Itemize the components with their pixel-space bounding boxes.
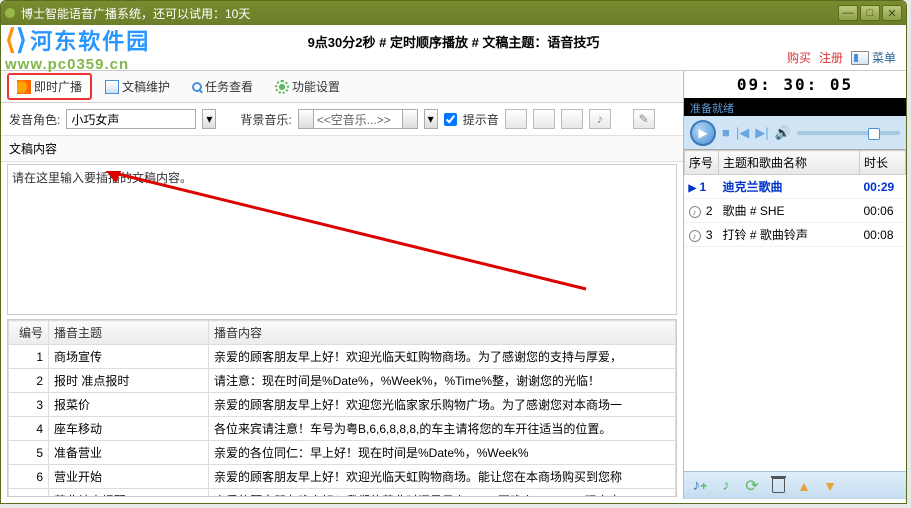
- title-bar: 博士智能语音广播系统，还可以试用：10天 — □ ✕: [1, 1, 906, 25]
- playlist-row[interactable]: ▶ 1迪克兰歌曲00:29: [685, 175, 906, 199]
- speaker-icon: [17, 80, 31, 94]
- table-row[interactable]: 1商场宣传亲爱的顾客朋友早上好！欢迎光临天虹购物商场。为了感谢您的支持与厚爱，: [9, 345, 676, 369]
- voice-dropdown-button[interactable]: ▾: [202, 109, 216, 129]
- move-up-button[interactable]: ▲: [794, 476, 814, 496]
- menu-button[interactable]: 菜单: [851, 49, 896, 66]
- player-controls: ▶ ■ |◀ ▶| 🔊: [684, 116, 906, 150]
- player-status: 准备就绪: [684, 98, 906, 116]
- app-icon: [5, 8, 15, 18]
- col-content[interactable]: 播音内容: [209, 321, 676, 345]
- delete-button[interactable]: [768, 476, 788, 496]
- main-tabs: 即时广播 文稿维护 任务查看 功能设置: [1, 71, 683, 103]
- table-row[interactable]: 6营业开始亲爱的顾客朋友早上好！欢迎光临天虹购物商场。能让您在本商场购买到您称: [9, 465, 676, 489]
- table-row[interactable]: 4座车移动各位来宾请注意！车号为粤B,6,6,8,8,8,的车主请将您的车开往适…: [9, 417, 676, 441]
- move-down-button[interactable]: ▼: [820, 476, 840, 496]
- voice-select[interactable]: [66, 109, 196, 129]
- bgm-dropdown-button[interactable]: ▾: [424, 109, 438, 129]
- close-button[interactable]: ✕: [882, 5, 902, 21]
- tool-btn-2[interactable]: [533, 109, 555, 129]
- prev-button[interactable]: |◀: [736, 125, 749, 141]
- add-track-alt-button[interactable]: ♪: [716, 476, 736, 496]
- hint-sound-label: 提示音: [463, 111, 499, 128]
- pl-col-dur[interactable]: 时长: [860, 151, 906, 175]
- broadcast-grid[interactable]: 编号 播音主题 播音内容 1商场宣传亲爱的顾客朋友早上好！欢迎光临天虹购物商场。…: [7, 319, 677, 497]
- tool-btn-3[interactable]: [561, 109, 583, 129]
- menu-icon: [851, 51, 869, 65]
- playlist-row[interactable]: ♪ 2歌曲 # SHE00:06: [685, 199, 906, 223]
- stop-button[interactable]: ■: [722, 125, 730, 140]
- gear-icon: [275, 80, 289, 94]
- volume-icon[interactable]: 🔊: [775, 125, 791, 141]
- tab-settings[interactable]: 功能设置: [266, 73, 349, 100]
- playlist-row[interactable]: ♪ 3打铃 # 歌曲铃声00:08: [685, 223, 906, 247]
- col-subject[interactable]: 播音主题: [49, 321, 209, 345]
- bgm-select[interactable]: <<空音乐...>>: [298, 109, 418, 129]
- tool-btn-insert[interactable]: ✎: [633, 109, 655, 129]
- voice-label: 发音角色:: [9, 111, 60, 128]
- tool-btn-1[interactable]: [505, 109, 527, 129]
- pl-col-name[interactable]: 主题和歌曲名称: [719, 151, 860, 175]
- editor-header: 文稿内容: [1, 136, 683, 162]
- voice-row: 发音角色: ▾ 背景音乐: <<空音乐...>> ▾ 提示音 ♪ ✎: [1, 103, 683, 136]
- hint-sound-checkbox[interactable]: [444, 113, 457, 126]
- table-row[interactable]: 2报时 准点报时请注意：现在时间是%Date%，%Week%，%Time%整，谢…: [9, 369, 676, 393]
- pl-col-num[interactable]: 序号: [685, 151, 719, 175]
- document-icon: [105, 80, 119, 94]
- playlist[interactable]: 序号 主题和歌曲名称 时长 ▶ 1迪克兰歌曲00:29♪ 2歌曲 # SHE00…: [684, 150, 906, 471]
- tool-btn-music[interactable]: ♪: [589, 109, 611, 129]
- col-num[interactable]: 编号: [9, 321, 49, 345]
- tab-tasks[interactable]: 任务查看: [183, 73, 262, 100]
- playlist-tools: ♪+ ♪ ⟳ ▲ ▼: [684, 471, 906, 499]
- minimize-button[interactable]: —: [838, 5, 858, 21]
- refresh-button[interactable]: ⟳: [742, 476, 762, 496]
- table-row[interactable]: 3报菜价亲爱的顾客朋友早上好！欢迎您光临家家乐购物广场。为了感谢您对本商场一: [9, 393, 676, 417]
- window-title: 博士智能语音广播系统，还可以试用：10天: [21, 5, 836, 22]
- annotation-arrow: [106, 171, 606, 301]
- table-row[interactable]: 5准备营业亲爱的各位同仁：早上好！现在时间是%Date%，%Week%: [9, 441, 676, 465]
- maximize-button[interactable]: □: [860, 5, 880, 21]
- watermark: ⟨⟩ 河东软件园 www.pc0359.cn: [5, 23, 150, 73]
- search-icon: [192, 82, 202, 92]
- volume-slider[interactable]: [797, 131, 900, 135]
- table-row[interactable]: 7营业结束提醒亲爱的顾客朋友晚上好！我们的营业时间是早上8：30至晚上22：00…: [9, 489, 676, 498]
- tab-broadcast[interactable]: 即时广播: [7, 73, 92, 100]
- register-link[interactable]: 注册: [819, 49, 843, 66]
- play-button[interactable]: ▶: [690, 120, 716, 146]
- clock: 09: 30: 05: [684, 71, 906, 98]
- tab-docs[interactable]: 文稿维护: [96, 73, 179, 100]
- bgm-label: 背景音乐:: [240, 111, 291, 128]
- trash-icon: [772, 478, 785, 493]
- content-textarea[interactable]: 请在这里输入要插播的文稿内容。: [7, 164, 677, 315]
- next-button[interactable]: ▶|: [755, 125, 768, 141]
- add-track-button[interactable]: ♪+: [690, 476, 710, 496]
- buy-link[interactable]: 购买: [787, 49, 811, 66]
